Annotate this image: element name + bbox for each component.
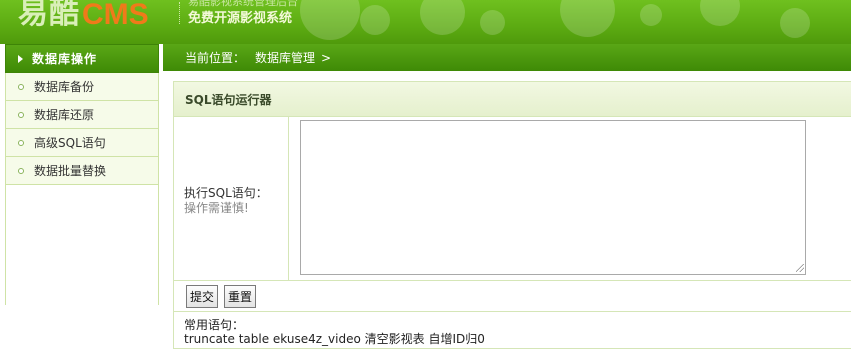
header-decoration <box>640 4 662 26</box>
bullet-icon <box>18 83 24 90</box>
breadcrumb-prefix: 当前位置： <box>185 51 246 65</box>
logo-text-en: CMS <box>82 0 149 31</box>
sql-label-cell: 执行SQL语句： 操作需谨慎! <box>174 117 289 281</box>
logo-subtitle: 免费开源影视系统 <box>188 11 293 26</box>
sidebar-header[interactable]: 数据库操作 <box>5 44 159 73</box>
header-decoration <box>420 0 465 35</box>
triangle-right-icon <box>18 54 23 63</box>
breadcrumb-current[interactable]: 数据库管理 <box>255 49 315 66</box>
sidebar-item-restore[interactable]: 数据库还原 <box>5 101 159 129</box>
sidebar: 数据库操作 数据库备份 数据库还原 高级SQL语句 数据批量替换 <box>5 44 159 349</box>
logo-divider <box>179 2 180 24</box>
logo: 易酷 CMS <box>18 0 149 32</box>
header-decoration <box>300 0 360 40</box>
submit-button[interactable]: 提交 <box>186 284 219 308</box>
header-decoration <box>360 5 390 35</box>
sidebar-item-label: 数据批量替换 <box>34 164 107 178</box>
sql-input[interactable] <box>300 120 806 275</box>
sidebar-item-label: 高级SQL语句 <box>34 136 106 150</box>
sql-field-note: 操作需谨慎! <box>184 201 249 215</box>
bullet-icon <box>18 111 24 118</box>
common-statement-example[interactable]: truncate table ekuse4z_video 清空影视表 自增ID归… <box>184 332 851 346</box>
common-statements-title: 常用语句： <box>184 318 245 332</box>
panel-title: SQL语句运行器 <box>174 82 851 117</box>
reset-button[interactable]: 重置 <box>224 284 257 308</box>
bullet-icon <box>18 139 24 146</box>
common-statements: 常用语句： truncate table ekuse4z_video 清空影视表… <box>174 312 851 346</box>
sidebar-item-backup[interactable]: 数据库备份 <box>5 73 159 101</box>
sidebar-item-batch-replace[interactable]: 数据批量替换 <box>5 157 159 185</box>
header-decoration <box>780 8 810 38</box>
sql-runner-panel: SQL语句运行器 执行SQL语句： 操作需谨慎! 提交 重置 常用语句： tru… <box>173 81 851 349</box>
chevron-right-icon: > <box>321 50 332 65</box>
sidebar-filler <box>5 185 159 305</box>
header-decoration <box>700 0 740 26</box>
sidebar-item-label: 数据库备份 <box>34 80 95 94</box>
bullet-icon <box>18 167 24 174</box>
sidebar-item-label: 数据库还原 <box>34 108 95 122</box>
logo-text-cn: 易酷 <box>18 0 80 31</box>
header-decoration <box>560 0 615 37</box>
breadcrumb: 当前位置： 数据库管理 > <box>163 44 851 71</box>
button-row: 提交 重置 <box>174 281 851 312</box>
sidebar-item-advanced-sql[interactable]: 高级SQL语句 <box>5 129 159 157</box>
header-decoration <box>480 10 505 35</box>
sidebar-title: 数据库操作 <box>32 52 98 66</box>
app-header: 易酷 CMS 易酷影视系统管理后台 免费开源影视系统 <box>0 0 851 44</box>
sql-row: 执行SQL语句： 操作需谨慎! <box>174 117 851 281</box>
